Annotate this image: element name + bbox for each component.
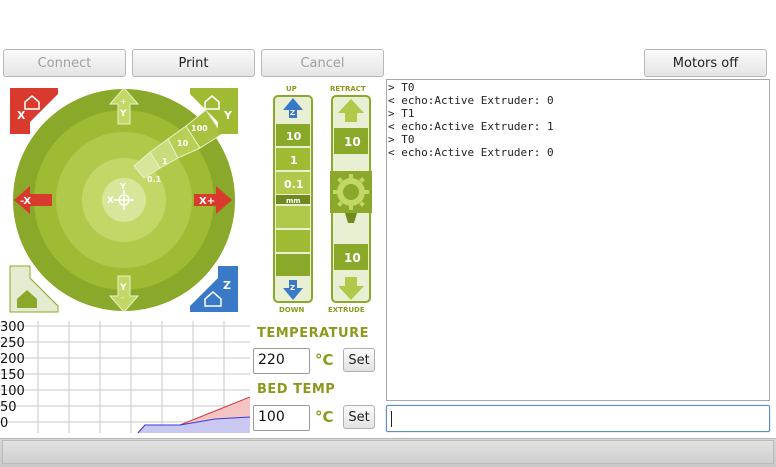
- cancel-button[interactable]: Cancel: [261, 49, 384, 77]
- svg-text:10: 10: [286, 130, 302, 143]
- z-step-down-1[interactable]: [276, 230, 310, 252]
- console-line: < echo:Active Extruder: 0: [388, 146, 554, 159]
- hotend-set-button[interactable]: Set: [343, 348, 375, 372]
- retract-label: RETRACT: [330, 85, 366, 93]
- step-label-10: 10: [177, 139, 189, 148]
- tick-label: 50: [0, 400, 17, 415]
- hotend-temp-unit: °C: [315, 351, 334, 369]
- center-y-label: Y: [119, 182, 126, 191]
- tick-label: 250: [0, 336, 25, 351]
- temperature-title: TEMPERATURE: [257, 326, 369, 341]
- tick-label: 300: [0, 321, 25, 335]
- z-step-down-10[interactable]: [276, 254, 310, 276]
- z-extruder-control[interactable]: UP Z 10 1 0.1 mm Z DOWN RETRACT 10 10 EX…: [268, 82, 380, 318]
- console-line: < echo:Active Extruder: 0: [388, 94, 554, 107]
- connect-button[interactable]: Connect: [3, 49, 126, 77]
- svg-text:-X: -X: [20, 196, 31, 207]
- motors-off-button[interactable]: Motors off: [644, 49, 767, 77]
- console-log[interactable]: > T0 < echo:Active Extruder: 0 > T1 < ec…: [386, 79, 770, 401]
- svg-text:X: X: [17, 109, 26, 122]
- step-label-0-1: 0.1: [147, 175, 162, 184]
- center-x-label: X: [107, 196, 114, 206]
- bed-temp-title: BED TEMP: [257, 382, 336, 397]
- status-bar-field: [2, 440, 774, 464]
- svg-text:Y: Y: [119, 109, 127, 119]
- svg-text:10: 10: [344, 135, 361, 149]
- z-up-label: UP: [286, 85, 297, 93]
- bed-set-button[interactable]: Set: [343, 405, 375, 429]
- svg-text:Y: Y: [119, 283, 127, 293]
- hotend-temp-input[interactable]: 220: [253, 348, 310, 374]
- z-step-down-0-1[interactable]: [276, 206, 310, 228]
- tick-label: 200: [0, 352, 25, 367]
- console-line: > T1: [388, 107, 415, 120]
- command-input[interactable]: [386, 405, 770, 432]
- text-caret: [391, 411, 392, 427]
- xy-jog-control[interactable]: 0.1 1 10 100 X Y + Y Y - -X X+ X Y Z: [0, 82, 250, 318]
- tick-label: 100: [0, 384, 25, 399]
- svg-text:1: 1: [290, 154, 298, 167]
- svg-text:Z: Z: [290, 109, 295, 117]
- status-bar: [0, 438, 776, 467]
- step-label-100: 100: [191, 124, 208, 133]
- tick-label: 150: [0, 368, 25, 383]
- bed-temp-input[interactable]: 100: [253, 405, 310, 431]
- svg-text:X+: X+: [199, 196, 215, 207]
- svg-text:Z: Z: [223, 279, 231, 292]
- svg-text:Z: Z: [290, 284, 295, 292]
- svg-text:Y: Y: [223, 109, 233, 122]
- graph-y-axis: 300 250 200 150 100 50 0: [0, 321, 25, 431]
- step-label-1: 1: [162, 157, 168, 166]
- temperature-graph: 300 250 200 150 100 50 0: [0, 321, 250, 433]
- svg-text:-: -: [121, 293, 124, 302]
- console-line: > T0: [388, 81, 415, 94]
- tick-label: 0: [0, 416, 8, 431]
- svg-text:0.1: 0.1: [284, 178, 304, 191]
- bed-temp-unit: °C: [315, 408, 334, 426]
- svg-text:10: 10: [344, 251, 361, 265]
- z-unit-label: mm: [286, 197, 301, 205]
- extrude-label: EXTRUDE: [328, 306, 365, 314]
- console-line: < echo:Active Extruder: 1: [388, 120, 554, 133]
- svg-text:+: +: [120, 97, 127, 106]
- console-line: > T0: [388, 133, 415, 146]
- print-button[interactable]: Print: [132, 49, 255, 77]
- z-down-label: DOWN: [279, 306, 304, 314]
